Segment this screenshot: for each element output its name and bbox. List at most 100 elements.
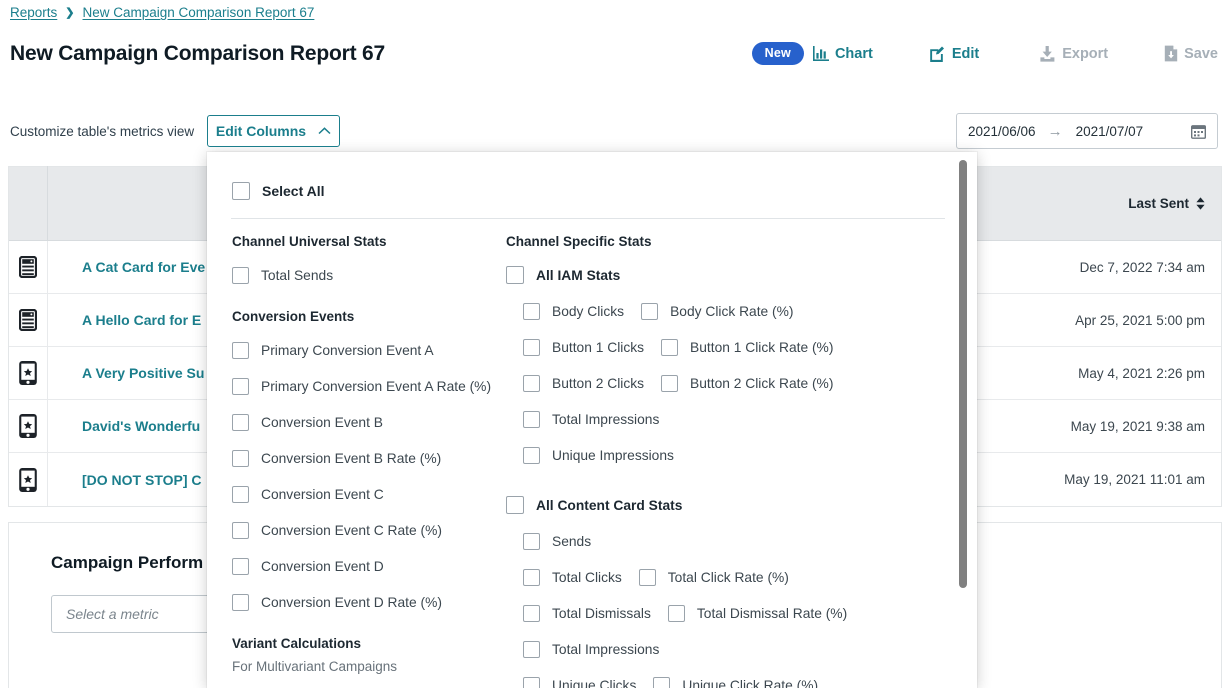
metric-checkbox[interactable] xyxy=(523,339,540,356)
dropdown-scrollbar[interactable] xyxy=(959,160,967,588)
metric-option-row[interactable]: Button 1 Clicks xyxy=(506,329,644,365)
channel-specific-heading: Channel Specific Stats xyxy=(506,234,731,249)
metric-checkbox[interactable] xyxy=(232,450,249,467)
export-button[interactable]: Export xyxy=(1039,46,1108,62)
metric-option-label: Primary Conversion Event A xyxy=(261,343,434,358)
metric-option-label: Unique Clicks xyxy=(552,678,636,688)
metric-checkbox[interactable] xyxy=(523,677,540,688)
metric-group-row[interactable]: All Content Card Stats xyxy=(506,487,731,523)
metric-checkbox[interactable] xyxy=(232,486,249,503)
breadcrumb: Reports ❯ New Campaign Comparison Report… xyxy=(10,5,314,20)
edit-button[interactable]: Edit xyxy=(929,45,979,62)
metric-checkbox[interactable] xyxy=(523,375,540,392)
date-end-value[interactable]: 2021/07/07 xyxy=(1076,124,1144,139)
metric-option-label: Total Dismissals xyxy=(552,606,651,621)
metric-checkbox[interactable] xyxy=(232,414,249,431)
edit-columns-dropdown: Select All Channel Universal Stats Total… xyxy=(207,152,977,688)
metric-checkbox[interactable] xyxy=(641,303,658,320)
page-title: New Campaign Comparison Report 67 xyxy=(10,42,385,66)
metric-option-row[interactable]: Total Clicks xyxy=(506,559,622,595)
metric-checkbox[interactable] xyxy=(506,266,524,284)
date-range-picker[interactable]: 2021/06/06 → 2021/07/07 xyxy=(956,113,1218,149)
metric-option-label: Conversion Event D xyxy=(261,559,384,574)
metric-option-row[interactable]: Total Impressions xyxy=(506,631,731,667)
select-all-row[interactable]: Select All xyxy=(232,182,325,200)
metric-option-row[interactable]: Conversion Event B xyxy=(232,404,497,440)
column-header-icon xyxy=(9,166,48,240)
save-button[interactable]: Save xyxy=(1164,45,1218,62)
metric-option-pair: Unique ClicksUnique Click Rate (%) xyxy=(506,667,731,688)
campaign-performance-title: Campaign Perform xyxy=(51,553,203,573)
metric-checkbox[interactable] xyxy=(232,594,249,611)
metric-checkbox[interactable] xyxy=(523,641,540,658)
header-actions: New Chart Edit xyxy=(752,42,1218,65)
metric-option-row[interactable]: Unique Click Rate (%) xyxy=(636,667,818,688)
metric-option-row[interactable]: Conversion Event C Rate (%) xyxy=(232,512,497,548)
metric-option-row[interactable]: Conversion Event B Rate (%) xyxy=(232,440,497,476)
breadcrumb-separator-icon: ❯ xyxy=(65,6,74,19)
chart-button[interactable]: Chart xyxy=(813,46,873,62)
metric-checkbox[interactable] xyxy=(523,569,540,586)
in-app-message-icon xyxy=(9,400,48,452)
metric-option-row[interactable]: Body Clicks xyxy=(506,293,624,329)
select-all-checkbox[interactable] xyxy=(232,182,250,200)
metric-option-row[interactable]: Unique Impressions xyxy=(506,437,731,473)
report-page: Reports ❯ New Campaign Comparison Report… xyxy=(0,0,1230,688)
metric-option-row[interactable]: Total Click Rate (%) xyxy=(622,559,789,595)
metric-checkbox[interactable] xyxy=(639,569,656,586)
breadcrumb-link-current[interactable]: New Campaign Comparison Report 67 xyxy=(83,5,315,20)
metric-option-row[interactable]: Unique Clicks xyxy=(506,667,636,688)
metric-option-row[interactable]: Primary Conversion Event A xyxy=(232,332,497,368)
metric-option-row[interactable]: Conversion Event D xyxy=(232,548,497,584)
metric-option-label: Unique Click Rate (%) xyxy=(682,678,818,688)
column-header-last-sent[interactable]: Last Sent xyxy=(991,166,1221,240)
metric-checkbox[interactable] xyxy=(661,339,678,356)
metric-option-pair: Sends xyxy=(506,523,731,559)
metric-checkbox[interactable] xyxy=(668,605,685,622)
new-badge: New xyxy=(752,42,804,65)
metric-checkbox[interactable] xyxy=(523,605,540,622)
metric-option-row[interactable]: Button 2 Clicks xyxy=(506,365,644,401)
metric-option-row[interactable]: Total Impressions xyxy=(506,401,731,437)
metric-select-placeholder: Select a metric xyxy=(66,606,159,622)
calendar-icon[interactable] xyxy=(1191,124,1206,139)
metric-option-row[interactable]: Primary Conversion Event A Rate (%) xyxy=(232,368,497,404)
metric-option-label: Total Dismissal Rate (%) xyxy=(697,606,847,621)
metric-option-pair: Total ClicksTotal Click Rate (%) xyxy=(506,559,731,595)
metric-group-row[interactable]: All IAM Stats xyxy=(506,257,731,293)
metric-option-row[interactable]: Total Dismissal Rate (%) xyxy=(651,595,847,631)
metric-checkbox[interactable] xyxy=(232,342,249,359)
metric-checkbox[interactable] xyxy=(232,522,249,539)
metric-checkbox[interactable] xyxy=(232,378,249,395)
metric-option-label: Button 2 Click Rate (%) xyxy=(690,376,833,391)
metric-checkbox[interactable] xyxy=(523,303,540,320)
metric-option-row[interactable]: Conversion Event D Rate (%) xyxy=(232,584,497,620)
metric-checkbox[interactable] xyxy=(523,447,540,464)
sort-icon[interactable] xyxy=(1196,197,1205,210)
metric-option-row[interactable]: Total Dismissals xyxy=(506,595,651,631)
metric-checkbox[interactable] xyxy=(506,496,524,514)
metric-option-row[interactable]: Button 1 Click Rate (%) xyxy=(644,329,833,365)
metric-option-row[interactable]: Sends xyxy=(506,523,731,559)
dropdown-right-column: Channel Specific Stats All IAM StatsBody… xyxy=(506,234,731,688)
variant-calculations-note: For Multivariant Campaigns xyxy=(232,659,497,674)
dropdown-left-column: Channel Universal Stats Total Sends Conv… xyxy=(232,234,497,674)
edit-columns-button[interactable]: Edit Columns xyxy=(207,115,340,147)
metric-option-row[interactable]: Total Sends xyxy=(232,257,497,293)
metric-option-row[interactable]: Body Click Rate (%) xyxy=(624,293,793,329)
breadcrumb-link-reports[interactable]: Reports xyxy=(10,5,57,20)
last-sent-value: Apr 25, 2021 5:00 pm xyxy=(991,313,1221,328)
metric-option-label: Total Clicks xyxy=(552,570,622,585)
metric-option-row[interactable]: Conversion Event C xyxy=(232,476,497,512)
metric-option-label: Button 2 Clicks xyxy=(552,376,644,391)
metric-checkbox[interactable] xyxy=(523,533,540,550)
date-start-value[interactable]: 2021/06/06 xyxy=(968,124,1036,139)
metric-checkbox[interactable] xyxy=(661,375,678,392)
last-sent-value: May 19, 2021 11:01 am xyxy=(991,472,1221,487)
metric-checkbox[interactable] xyxy=(232,267,249,284)
metric-checkbox[interactable] xyxy=(653,677,670,688)
metric-option-row[interactable]: Button 2 Click Rate (%) xyxy=(644,365,833,401)
metric-checkbox[interactable] xyxy=(232,558,249,575)
dropdown-divider xyxy=(231,218,945,219)
metric-checkbox[interactable] xyxy=(523,411,540,428)
